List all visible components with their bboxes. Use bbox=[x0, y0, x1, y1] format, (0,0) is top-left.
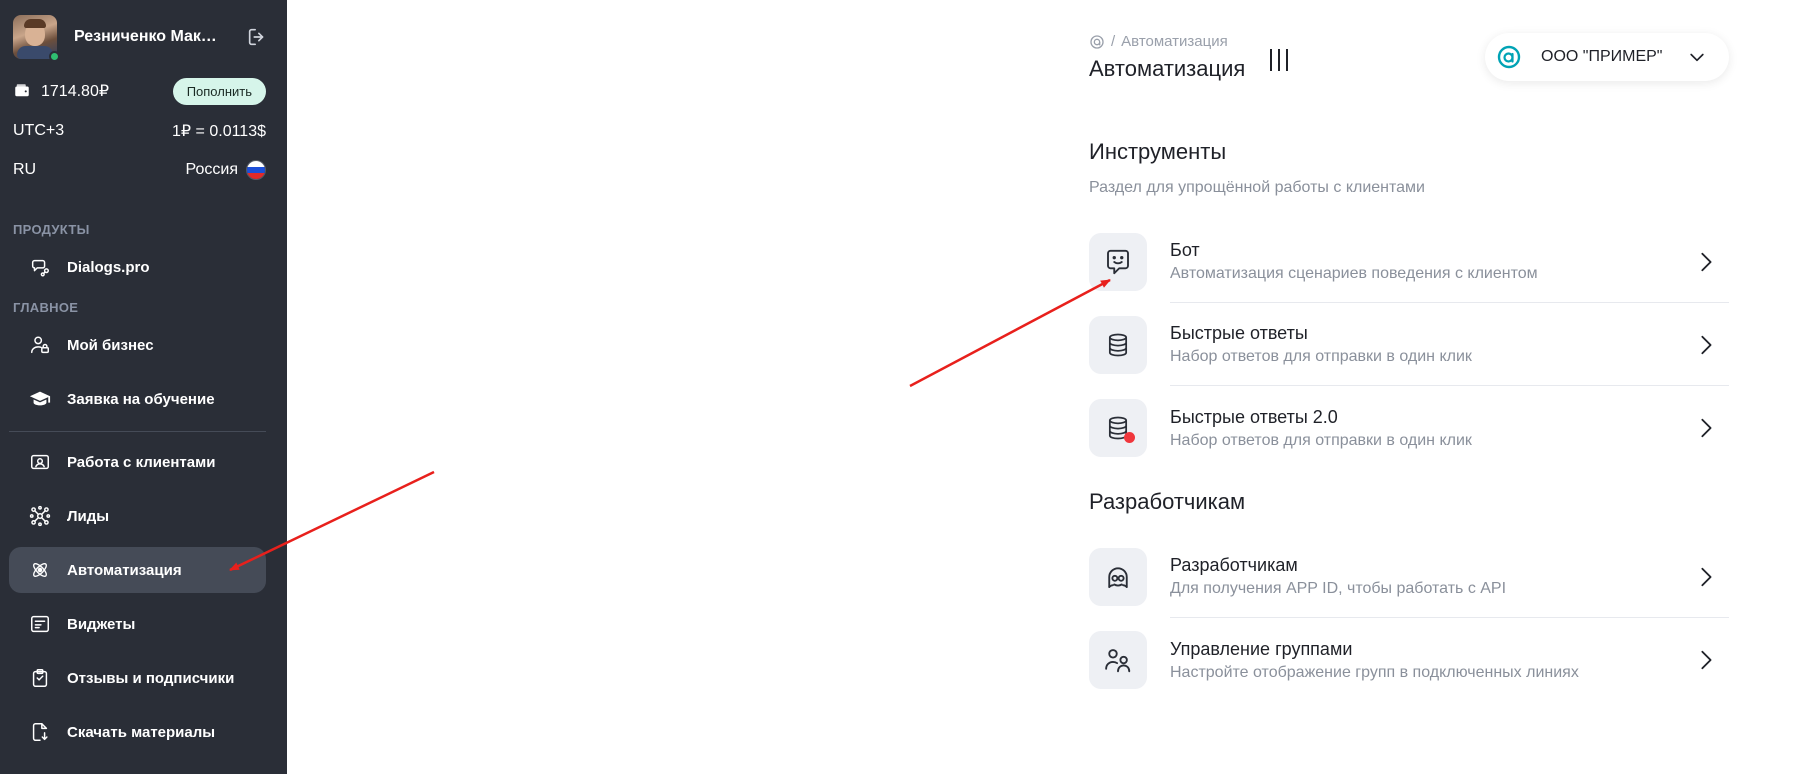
sidebar-item-label: Работа с клиентами bbox=[67, 453, 216, 471]
russia-flag-icon bbox=[246, 160, 266, 180]
database-icon bbox=[1089, 316, 1147, 374]
sidebar-item-label: Лиды bbox=[67, 507, 110, 525]
balance-row: 1714.80₽ Пополнить bbox=[13, 76, 266, 106]
country-selector[interactable]: Россия bbox=[186, 160, 266, 180]
sidebar-item-training-request[interactable]: Заявка на обучение bbox=[9, 376, 266, 422]
menu-toggle-icon[interactable] bbox=[1270, 49, 1288, 71]
sidebar-item-label: Отзывы и подписчики bbox=[67, 669, 235, 687]
section-products: ПРОДУКТЫ bbox=[13, 222, 90, 237]
list-item-group-management[interactable]: Управление группами Настройте отображени… bbox=[1089, 619, 1729, 701]
item-description: Набор ответов для отправки в один клик bbox=[1170, 348, 1472, 365]
section-title-developers: Разработчикам bbox=[1089, 489, 1246, 514]
sidebar-item-clients[interactable]: Работа с клиентами bbox=[9, 439, 266, 485]
sidebar-divider bbox=[9, 431, 266, 432]
sidebar-item-leads[interactable]: Лиды bbox=[9, 493, 266, 539]
currency-rate: 1₽ = 0.0113$ bbox=[172, 123, 266, 140]
database-badge-icon bbox=[1089, 399, 1147, 457]
graduation-cap-icon bbox=[29, 391, 51, 406]
download-file-icon bbox=[32, 723, 48, 741]
timezone[interactable]: UTC+3 bbox=[13, 122, 64, 140]
profile-name: Резниченко Максим bbox=[74, 28, 224, 45]
sidebar-item-label: Скачать материалы bbox=[67, 723, 216, 741]
logo-icon[interactable] bbox=[1089, 34, 1105, 50]
item-description: Набор ответов для отправки в один клик bbox=[1170, 431, 1472, 449]
user-lock-icon bbox=[31, 336, 49, 354]
chevron-right-icon bbox=[1701, 335, 1712, 355]
language[interactable]: RU bbox=[13, 161, 36, 179]
country-name: Россия bbox=[185, 161, 238, 178]
chevron-down-icon bbox=[1690, 53, 1704, 62]
chevron-right-icon bbox=[1701, 650, 1712, 670]
item-description: Настройте отображение групп в подключенн… bbox=[1170, 663, 1579, 681]
breadcrumb: / Автоматизация bbox=[1089, 33, 1228, 50]
section-subtitle-tools: Раздел для упрощённой работы с клиентами bbox=[1089, 179, 1425, 196]
breadcrumb-current: Автоматизация bbox=[1121, 33, 1228, 50]
item-title: Быстрые ответы bbox=[1170, 323, 1308, 343]
sidebar-item-my-business[interactable]: Мой бизнес bbox=[9, 322, 266, 368]
sidebar-item-reviews[interactable]: Отзывы и подписчики bbox=[9, 655, 266, 701]
wallet-icon bbox=[15, 84, 29, 97]
chat-link-icon bbox=[31, 259, 49, 277]
id-card-icon bbox=[31, 454, 49, 470]
breadcrumb-separator: / bbox=[1111, 33, 1116, 50]
atom-icon bbox=[33, 563, 47, 577]
sidebar-item-widgets[interactable]: Виджеты bbox=[9, 601, 266, 647]
sidebar-item-label: Автоматизация bbox=[67, 561, 182, 579]
profile: Резниченко Максим bbox=[13, 15, 273, 62]
network-icon bbox=[29, 505, 51, 527]
organization-name: ООО "ПРИМЕР" bbox=[1541, 48, 1663, 65]
item-description: Для получения APP ID, чтобы работать с A… bbox=[1170, 580, 1507, 597]
item-title: Бот bbox=[1170, 240, 1200, 260]
item-title: Быстрые ответы 2.0 bbox=[1170, 406, 1338, 427]
item-title: Разработчикам bbox=[1170, 555, 1298, 575]
sidebar-item-label: Виджеты bbox=[67, 615, 136, 633]
developer-icon bbox=[1089, 548, 1147, 606]
chevron-right-icon bbox=[1701, 567, 1712, 587]
sidebar-item-automation[interactable]: Автоматизация bbox=[9, 547, 266, 593]
organization-logo-icon bbox=[1497, 45, 1521, 69]
list-item-developers[interactable]: Разработчикам Для получения APP ID, чтоб… bbox=[1089, 536, 1729, 618]
sidebar: Резниченко Максим 1714.80₽ Пополнить UTC… bbox=[0, 0, 287, 774]
users-group-icon bbox=[1089, 631, 1147, 689]
item-title: Управление группами bbox=[1170, 638, 1353, 659]
annotation-arrow-bot bbox=[909, 278, 1111, 388]
sidebar-item-label: Мой бизнес bbox=[67, 336, 154, 354]
section-main: ГЛАВНОЕ bbox=[13, 300, 79, 315]
page-title: Автоматизация bbox=[1089, 56, 1246, 81]
balance-amount: 1714.80₽ bbox=[41, 83, 110, 100]
sidebar-item-label: Dialogs.pro bbox=[67, 258, 150, 276]
topup-button[interactable]: Пополнить bbox=[172, 77, 266, 105]
chevron-right-icon bbox=[1701, 252, 1712, 272]
sidebar-item-download[interactable]: Скачать материалы bbox=[9, 709, 266, 755]
widget-icon bbox=[31, 615, 49, 633]
bot-chat-icon bbox=[1089, 233, 1147, 291]
list-item-quick-replies-2[interactable]: Быстрые ответы 2.0 Набор ответов для отп… bbox=[1089, 387, 1729, 469]
timezone-row: UTC+3 1₽ = 0.0113$ bbox=[13, 120, 266, 142]
sidebar-item-label: Заявка на обучение bbox=[67, 390, 215, 408]
item-description: Автоматизация сценариев поведения с клие… bbox=[1170, 265, 1538, 282]
list-item-bot[interactable]: Бот Автоматизация сценариев поведения с … bbox=[1089, 221, 1729, 303]
notification-dot bbox=[1124, 432, 1135, 443]
section-title-tools: Инструменты bbox=[1089, 139, 1227, 164]
list-item-quick-replies[interactable]: Быстрые ответы Набор ответов для отправк… bbox=[1089, 304, 1729, 386]
avatar[interactable] bbox=[13, 15, 60, 62]
language-row: RU Россия bbox=[13, 158, 266, 182]
online-indicator bbox=[49, 51, 60, 62]
logout-icon[interactable] bbox=[246, 26, 268, 48]
clipboard-icon bbox=[32, 669, 48, 687]
sidebar-item-dialogs-pro[interactable]: Dialogs.pro bbox=[9, 244, 266, 290]
organization-selector[interactable]: ООО "ПРИМЕР" bbox=[1485, 33, 1729, 81]
chevron-right-icon bbox=[1701, 418, 1712, 438]
